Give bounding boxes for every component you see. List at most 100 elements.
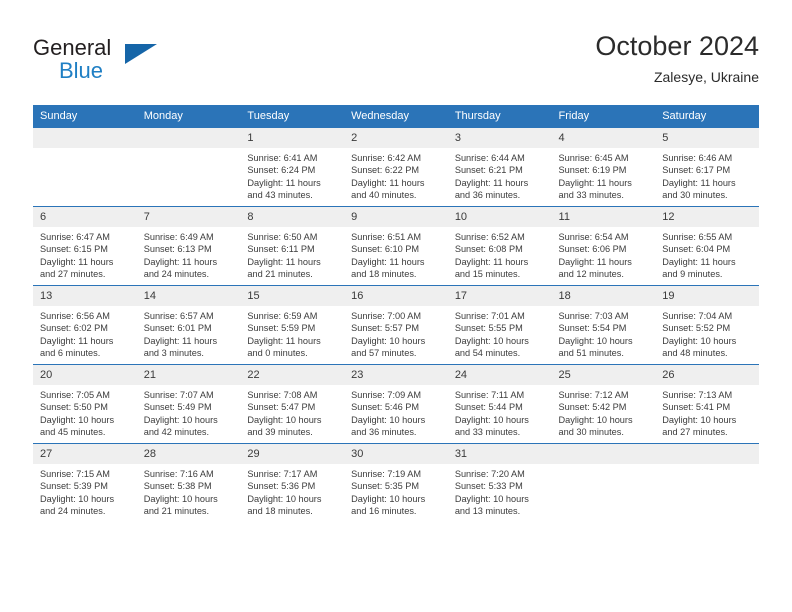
day-number: 15 [240,286,345,306]
daylight-duration-line1: Daylight: 10 hours [558,335,633,346]
logo-triangle-icon [125,44,157,64]
sunset-time: Sunset: 5:35 PM [351,481,420,492]
sunrise-time: Sunrise: 6:42 AM [351,153,422,163]
calendar-day-cell[interactable]: 20 Sunrise: 7:05 AM Sunset: 5:50 PM Dayligh… [33,364,137,444]
day-number: 20 [33,365,137,385]
day-details: Sunrise: 6:54 AM Sunset: 6:06 PM Daylight:… [552,227,656,280]
calendar-day-cell[interactable]: 29 Sunrise: 7:17 AM Sunset: 5:36 PM Dayligh… [240,443,345,522]
general-blue-logo[interactable]: General Blue [33,35,253,91]
sunrise-time: Sunrise: 7:13 AM [662,390,733,400]
daylight-duration-line2: and 18 minutes. [351,268,417,279]
daylight-duration-line2: and 13 minutes. [454,505,521,516]
sunset-time: Sunset: 5:57 PM [351,323,420,334]
daylight-duration-line1: Daylight: 11 hours [143,335,218,346]
day-details: Sunrise: 7:16 AM Sunset: 5:38 PM Daylight:… [137,464,241,517]
sunset-time: Sunset: 5:36 PM [247,481,316,492]
sunrise-time: Sunrise: 6:56 AM [40,311,110,321]
calendar-day-cell[interactable]: 18 Sunrise: 7:03 AM Sunset: 5:54 PM Dayligh… [551,285,656,365]
daylight-duration-line1: Daylight: 10 hours [351,414,426,425]
sunrise-time: Sunrise: 7:16 AM [143,469,214,479]
calendar-day-cell[interactable]: 7 Sunrise: 6:49 AM Sunset: 6:13 PM Daylight… [136,206,241,286]
weekday-header-wednesday: Wednesday [344,105,448,128]
calendar-day-cell[interactable]: 6 Sunrise: 6:47 AM Sunset: 6:15 PM Daylight… [33,206,137,286]
calendar-day-cell[interactable]: 12 Sunrise: 6:55 AM Sunset: 6:04 PM Dayligh… [655,206,759,286]
page-title: October 2024 [595,31,759,61]
daylight-duration-line1: Daylight: 11 hours [662,256,736,267]
sunset-time: Sunset: 6:11 PM [247,244,315,255]
daylight-duration-line1: Daylight: 11 hours [40,335,114,346]
day-number: 2 [344,128,448,148]
weekday-header-saturday: Saturday [655,105,759,128]
sunrise-time: Sunrise: 6:54 AM [558,232,629,242]
daylight-duration-line2: and 21 minutes. [143,505,210,516]
page-header: General Blue October 2024 Zalesye, Ukrai… [33,30,759,92]
weekday-header-friday: Friday [551,105,656,128]
calendar-day-cell[interactable]: 4 Sunrise: 6:45 AM Sunset: 6:19 PM Daylight… [551,127,656,207]
day-number [136,128,241,148]
daylight-duration-line2: and 33 minutes. [558,189,624,200]
daylight-duration-line1: Daylight: 11 hours [40,256,114,267]
day-details: Sunrise: 6:59 AM Sunset: 5:59 PM Daylight:… [240,306,344,359]
sunrise-time: Sunrise: 7:15 AM [40,469,110,479]
daylight-duration-line2: and 36 minutes. [454,189,521,200]
sunrise-time: Sunrise: 7:12 AM [558,390,629,400]
day-number: 16 [344,286,448,306]
calendar-day-cell[interactable]: 19 Sunrise: 7:04 AM Sunset: 5:52 PM Dayligh… [655,285,759,365]
calendar-day-cell[interactable]: 15 Sunrise: 6:59 AM Sunset: 5:59 PM Dayligh… [240,285,345,365]
daylight-duration-line1: Daylight: 11 hours [454,177,529,188]
calendar-day-cell-empty [33,127,137,207]
sunset-time: Sunset: 6:21 PM [454,165,523,176]
daylight-duration-line1: Daylight: 10 hours [558,414,633,425]
day-details: Sunrise: 7:17 AM Sunset: 5:36 PM Daylight:… [240,464,344,517]
day-number: 12 [655,207,759,227]
day-number: 14 [136,286,241,306]
calendar-day-cell[interactable]: 5 Sunrise: 6:46 AM Sunset: 6:17 PM Daylight… [655,127,759,207]
day-number: 27 [33,444,137,464]
day-number: 8 [240,207,345,227]
day-number: 9 [344,207,448,227]
calendar-day-cell[interactable]: 21 Sunrise: 7:07 AM Sunset: 5:49 PM Dayligh… [136,364,241,444]
daylight-duration-line2: and 30 minutes. [558,426,624,437]
day-details: Sunrise: 6:47 AM Sunset: 6:15 PM Daylight:… [33,227,137,280]
daylight-duration-line2: and 43 minutes. [247,189,313,200]
calendar-day-cell[interactable]: 31 Sunrise: 7:20 AM Sunset: 5:33 PM Dayligh… [447,443,552,522]
calendar-day-cell[interactable]: 1 Sunrise: 6:41 AM Sunset: 6:24 PM Daylight… [240,127,345,207]
calendar-day-cell[interactable]: 13 Sunrise: 6:56 AM Sunset: 6:02 PM Dayligh… [33,285,137,365]
sunset-time: Sunset: 5:47 PM [247,402,316,413]
calendar-day-cell[interactable]: 11 Sunrise: 6:54 AM Sunset: 6:06 PM Dayligh… [551,206,656,286]
sunrise-time: Sunrise: 6:46 AM [662,153,733,163]
calendar-day-cell[interactable]: 23 Sunrise: 7:09 AM Sunset: 5:46 PM Dayligh… [344,364,448,444]
daylight-duration-line2: and 30 minutes. [662,189,728,200]
calendar-day-cell[interactable]: 17 Sunrise: 7:01 AM Sunset: 5:55 PM Dayligh… [447,285,552,365]
daylight-duration-line1: Daylight: 10 hours [454,414,529,425]
day-number: 17 [447,286,552,306]
sunset-time: Sunset: 6:01 PM [143,323,212,334]
day-number [33,128,137,148]
calendar-day-cell[interactable]: 22 Sunrise: 7:08 AM Sunset: 5:47 PM Dayligh… [240,364,345,444]
daylight-duration-line2: and 51 minutes. [558,347,624,358]
sunset-time: Sunset: 5:38 PM [143,481,212,492]
calendar-day-cell[interactable]: 9 Sunrise: 6:51 AM Sunset: 6:10 PM Daylight… [344,206,448,286]
day-details: Sunrise: 6:49 AM Sunset: 6:13 PM Daylight:… [137,227,241,280]
calendar-day-cell[interactable]: 30 Sunrise: 7:19 AM Sunset: 5:35 PM Dayligh… [344,443,448,522]
calendar-day-cell[interactable]: 3 Sunrise: 6:44 AM Sunset: 6:21 PM Daylight… [447,127,552,207]
calendar-day-cell[interactable]: 28 Sunrise: 7:16 AM Sunset: 5:38 PM Dayligh… [136,443,241,522]
calendar-day-cell[interactable]: 25 Sunrise: 7:12 AM Sunset: 5:42 PM Dayligh… [551,364,656,444]
calendar-day-cell[interactable]: 14 Sunrise: 6:57 AM Sunset: 6:01 PM Dayligh… [136,285,241,365]
calendar-day-cell[interactable]: 24 Sunrise: 7:11 AM Sunset: 5:44 PM Dayligh… [447,364,552,444]
calendar-day-cell[interactable]: 8 Sunrise: 6:50 AM Sunset: 6:11 PM Daylight… [240,206,345,286]
calendar-day-cell[interactable]: 16 Sunrise: 7:00 AM Sunset: 5:57 PM Dayligh… [344,285,448,365]
calendar-day-cell[interactable]: 10 Sunrise: 6:52 AM Sunset: 6:08 PM Dayligh… [447,206,552,286]
sunrise-time: Sunrise: 6:44 AM [454,153,525,163]
sunrise-sunset-calendar-table: Sunday Monday Tuesday Wednesday Thursday… [33,105,759,522]
day-details: Sunrise: 7:15 AM Sunset: 5:39 PM Daylight:… [33,464,137,517]
daylight-duration-line2: and 24 minutes. [143,268,210,279]
sunset-time: Sunset: 6:06 PM [558,244,627,255]
calendar-day-cell[interactable]: 26 Sunrise: 7:13 AM Sunset: 5:41 PM Dayligh… [655,364,759,444]
daylight-duration-line1: Daylight: 11 hours [351,177,425,188]
calendar-day-cell[interactable]: 2 Sunrise: 6:42 AM Sunset: 6:22 PM Daylight… [344,127,448,207]
daylight-duration-line2: and 39 minutes. [247,426,313,437]
calendar-day-cell[interactable]: 27 Sunrise: 7:15 AM Sunset: 5:39 PM Dayligh… [33,443,137,522]
sunrise-time: Sunrise: 6:57 AM [143,311,214,321]
sunset-time: Sunset: 6:08 PM [454,244,523,255]
